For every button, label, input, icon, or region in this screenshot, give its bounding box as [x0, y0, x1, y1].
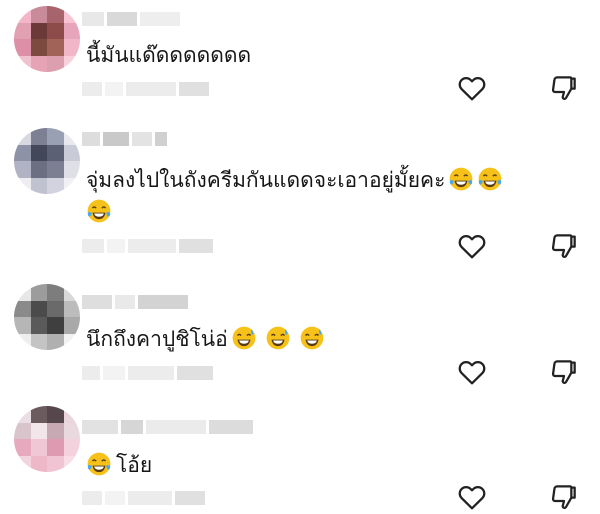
- comment-meta: [82, 366, 213, 380]
- avatar[interactable]: [14, 406, 80, 472]
- laugh-tears-emoji: [449, 167, 473, 191]
- comment-text: โอ้ย: [86, 450, 152, 480]
- comment-meta: [82, 82, 209, 96]
- comment-text: นี้มันแด๊ดดดดดดด: [86, 40, 251, 70]
- comment-text: นึกถึงคาปูชิโน่อ่: [86, 324, 325, 354]
- comment-text-content: นึกถึงคาปูชิโน่อ่: [86, 327, 228, 351]
- laugh-tears-emoji: [87, 199, 111, 223]
- comment-text: จุ่มลงไปในถังครีมกันแดดจะเอาอยู่มั้ยคะ: [86, 164, 503, 228]
- heart-outline-icon[interactable]: [456, 481, 488, 513]
- username[interactable]: [82, 420, 253, 434]
- sweat-smile-emoji: [300, 326, 324, 350]
- sweat-smile-emoji: [232, 326, 256, 350]
- thumbs-down-outline-icon[interactable]: [548, 481, 580, 513]
- comment-text-content: โอ้ย: [116, 453, 153, 477]
- thumbs-down-outline-icon[interactable]: [548, 356, 580, 388]
- laugh-tears-emoji: [478, 167, 502, 191]
- thumbs-down-outline-icon[interactable]: [548, 72, 580, 104]
- sweat-smile-emoji: [266, 326, 290, 350]
- heart-outline-icon[interactable]: [456, 72, 488, 104]
- username[interactable]: [82, 12, 180, 26]
- username[interactable]: [82, 132, 167, 146]
- thumbs-down-outline-icon[interactable]: [548, 230, 580, 262]
- heart-outline-icon[interactable]: [456, 230, 488, 262]
- avatar[interactable]: [14, 6, 80, 72]
- comment-meta: [82, 491, 205, 505]
- avatar[interactable]: [14, 128, 80, 194]
- avatar[interactable]: [14, 284, 80, 350]
- comment-text-content: จุ่มลงไปในถังครีมกันแดดจะเอาอยู่มั้ยคะ: [86, 168, 446, 192]
- username[interactable]: [82, 295, 188, 309]
- laugh-tears-emoji: [87, 452, 111, 476]
- comment-text-content: นี้มันแด๊ดดดดดดด: [86, 43, 252, 67]
- comment-meta: [82, 239, 213, 253]
- heart-outline-icon[interactable]: [456, 356, 488, 388]
